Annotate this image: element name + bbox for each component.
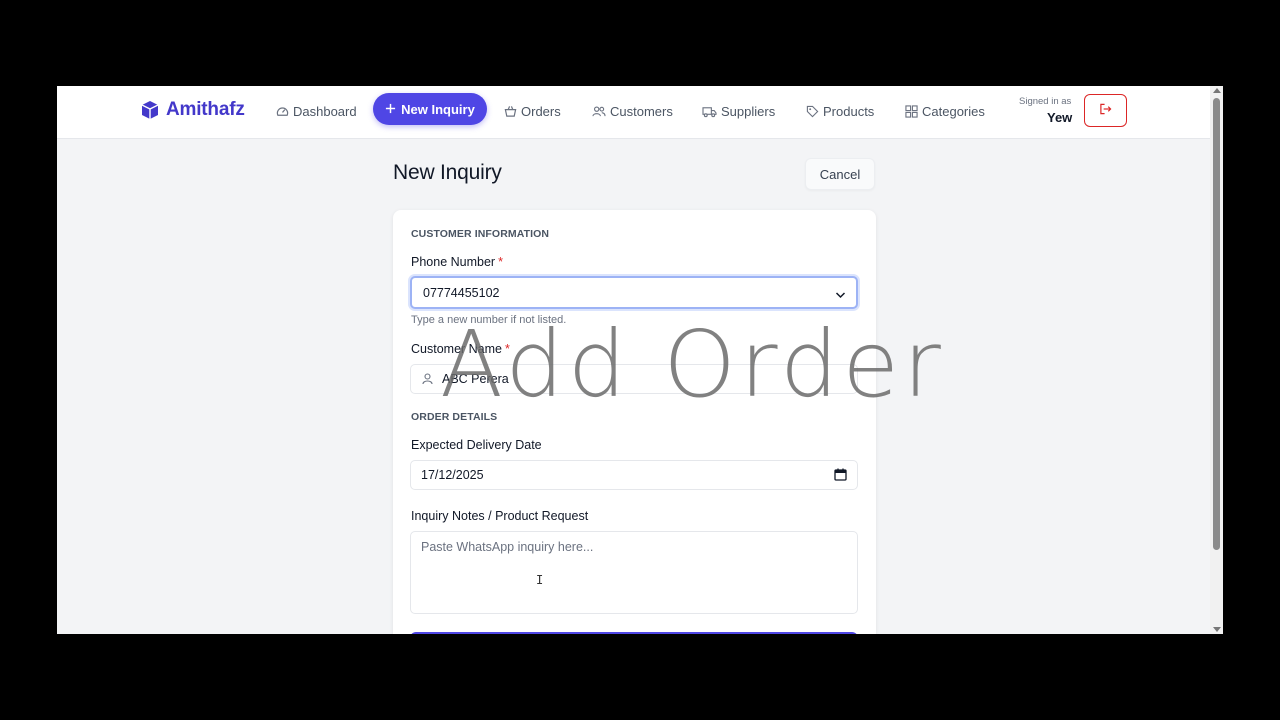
scroll-up-arrow-icon[interactable] <box>1213 88 1221 93</box>
text-cursor-icon: I <box>536 573 544 587</box>
nav-dashboard-label: Dashboard <box>293 103 357 119</box>
top-navbar: Amithafz Dashboard New Inquiry Orders Cu <box>57 86 1210 139</box>
phone-number-label-text: Phone Number <box>411 255 496 269</box>
browser-viewport: Amithafz Dashboard New Inquiry Orders Cu <box>57 86 1223 634</box>
nav-suppliers-label: Suppliers <box>721 103 776 119</box>
phone-number-select[interactable]: 07774455102 <box>410 276 858 309</box>
logout-button[interactable] <box>1084 94 1127 127</box>
required-marker: * <box>498 255 503 269</box>
signed-in-label: Signed in as <box>1019 96 1072 107</box>
customer-name-label: Customer Name * <box>411 342 510 356</box>
scroll-down-arrow-icon[interactable] <box>1213 627 1221 632</box>
brand-name: Amithafz <box>166 99 245 120</box>
customer-name-label-text: Customer Name <box>411 342 502 356</box>
inquiry-notes-textarea[interactable]: Paste WhatsApp inquiry here... I <box>410 531 858 614</box>
nav-orders-label: Orders <box>521 103 561 119</box>
phone-number-value: 07774455102 <box>423 285 500 300</box>
nav-customers[interactable]: Customers <box>592 102 673 120</box>
nav-suppliers[interactable]: Suppliers <box>702 102 775 120</box>
phone-help-text: Type a new number if not listed. <box>411 314 567 326</box>
tag-icon <box>806 105 819 118</box>
gauge-icon <box>276 105 289 118</box>
truck-icon <box>702 105 717 118</box>
nav-categories[interactable]: Categories <box>905 102 985 120</box>
customer-section-title: CUSTOMER INFORMATION <box>411 228 550 240</box>
submit-button[interactable] <box>410 632 858 634</box>
phone-number-label: Phone Number * <box>411 255 503 269</box>
inquiry-form-card: CUSTOMER INFORMATION Phone Number * 07774… <box>393 210 876 634</box>
order-section-title: ORDER DETAILS <box>411 411 498 423</box>
cube-icon <box>140 100 160 120</box>
delivery-date-input[interactable]: 17/12/2025 <box>410 460 858 490</box>
vertical-scrollbar[interactable] <box>1210 86 1223 634</box>
inquiry-notes-placeholder: Paste WhatsApp inquiry here... <box>421 540 594 554</box>
nav-orders[interactable]: Orders <box>504 102 561 120</box>
nav-products-label: Products <box>823 103 875 119</box>
calendar-icon[interactable] <box>834 468 847 484</box>
customer-name-value: ABC Perera <box>442 372 509 386</box>
page-title: New Inquiry <box>393 161 502 184</box>
scrollbar-thumb[interactable] <box>1213 98 1220 550</box>
nav-categories-label: Categories <box>922 103 985 119</box>
grid-icon <box>905 104 918 118</box>
nav-customers-label: Customers <box>610 103 673 119</box>
chevron-down-icon <box>835 288 846 302</box>
users-icon <box>592 105 606 118</box>
basket-icon <box>504 105 517 118</box>
plus-icon <box>385 102 396 117</box>
nav-new-inquiry-label: New Inquiry <box>401 101 475 117</box>
brand-logo[interactable]: Amithafz <box>140 99 245 121</box>
delivery-date-label: Expected Delivery Date <box>411 438 542 452</box>
logout-icon <box>1099 102 1112 120</box>
nav-new-inquiry-button[interactable]: New Inquiry <box>373 93 487 125</box>
cancel-button[interactable]: Cancel <box>805 158 875 190</box>
nav-dashboard[interactable]: Dashboard <box>276 102 357 120</box>
inquiry-notes-label: Inquiry Notes / Product Request <box>411 509 589 523</box>
user-icon <box>422 373 433 388</box>
delivery-date-value: 17/12/2025 <box>421 468 484 482</box>
customer-name-input[interactable]: ABC Perera <box>410 364 858 394</box>
signed-in-user: Yew <box>1047 110 1073 125</box>
nav-products[interactable]: Products <box>806 102 874 120</box>
required-marker: * <box>505 342 510 356</box>
